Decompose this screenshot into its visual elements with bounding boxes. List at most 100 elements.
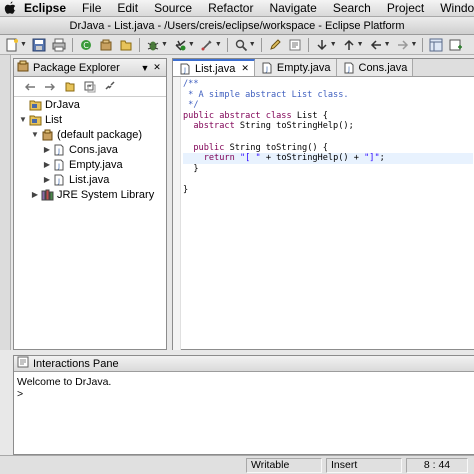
package-explorer-header[interactable]: Package Explorer ▼ ✕: [14, 59, 166, 77]
next-annotation-dropdown-icon[interactable]: ▼: [330, 41, 337, 48]
code-token: ;: [379, 153, 385, 164]
menu-eclipse[interactable]: Eclipse: [16, 0, 74, 16]
java-file-icon: J: [52, 174, 66, 186]
menu-source[interactable]: Source: [146, 0, 200, 16]
toolbar-separator: [260, 37, 262, 52]
package-explorer-toolbar: [14, 77, 166, 97]
debug-dropdown-icon[interactable]: ▼: [161, 41, 168, 48]
external-tools-dropdown-icon[interactable]: ▼: [215, 41, 222, 48]
code-line[interactable]: [183, 132, 473, 143]
interactions-header[interactable]: Interactions Pane: [14, 356, 474, 372]
code-line[interactable]: }: [183, 164, 473, 175]
tree-item[interactable]: ▶ JRE System Library: [14, 187, 166, 202]
svg-text:J: J: [265, 66, 268, 73]
tab-label: Empty.java: [276, 61, 331, 74]
tree-item[interactable]: ▼ (default package): [14, 127, 166, 142]
new-package-icon[interactable]: [98, 37, 114, 53]
annotation-icon[interactable]: [287, 37, 303, 53]
tree-item[interactable]: ▶ J Empty.java: [14, 157, 166, 172]
project-icon: [28, 99, 42, 111]
menu-window[interactable]: Window: [432, 0, 474, 16]
open-type-icon[interactable]: [118, 37, 134, 53]
save-icon[interactable]: [31, 37, 47, 53]
expand-right-icon[interactable]: ▶: [42, 145, 52, 154]
apple-icon[interactable]: [4, 1, 16, 16]
edit-icon[interactable]: [267, 37, 283, 53]
expand-down-icon[interactable]: ▼: [30, 130, 40, 139]
close-icon[interactable]: ✕: [241, 63, 249, 74]
tree-item[interactable]: ▶ J List.java: [14, 172, 166, 187]
toolbar-separator: [226, 37, 228, 52]
open-perspective-icon[interactable]: [448, 37, 464, 53]
insert-mode-status: Insert: [326, 458, 402, 473]
expand-right-icon[interactable]: ▶: [42, 160, 52, 169]
search-dropdown-icon[interactable]: ▼: [249, 41, 256, 48]
code-line[interactable]: abstract String toStringHelp();: [183, 121, 473, 132]
run-icon[interactable]: [172, 37, 188, 53]
interactions-title: Interactions Pane: [33, 357, 119, 370]
menu-file[interactable]: File: [74, 0, 109, 16]
tree-item[interactable]: ▶ J Cons.java: [14, 142, 166, 157]
forward-dropdown-icon[interactable]: ▼: [411, 41, 418, 48]
code-line[interactable]: }: [183, 185, 473, 196]
code-line[interactable]: */: [183, 100, 473, 111]
editor-tab[interactable]: J Cons.java: [336, 59, 414, 76]
menu-refactor[interactable]: Refactor: [200, 0, 261, 16]
previous-annotation-dropdown-icon[interactable]: ▼: [357, 41, 364, 48]
up-icon[interactable]: [62, 79, 78, 95]
back-icon[interactable]: [368, 37, 384, 53]
code-line[interactable]: return "[ " + toStringHelp() + "]";: [183, 153, 473, 164]
editor-tab[interactable]: J Empty.java: [254, 59, 337, 76]
code-line[interactable]: /**: [183, 79, 473, 90]
previous-annotation-icon[interactable]: [341, 37, 357, 53]
back-dropdown-icon[interactable]: ▼: [384, 41, 391, 48]
menu-search[interactable]: Search: [325, 0, 379, 16]
code-line[interactable]: * A simple abstract List class.: [183, 90, 473, 101]
new-dropdown-icon[interactable]: ▼: [20, 41, 27, 48]
tree-item[interactable]: DrJava: [14, 97, 166, 112]
code-line[interactable]: public abstract class List {: [183, 111, 473, 122]
next-annotation-icon[interactable]: [314, 37, 330, 53]
status-bar: Writable Insert 8 : 44: [0, 455, 474, 474]
run-dropdown-icon[interactable]: ▼: [188, 41, 195, 48]
console-prompt[interactable]: >: [17, 388, 471, 400]
print-icon[interactable]: [51, 37, 67, 53]
tree-item[interactable]: ▼ List: [14, 112, 166, 127]
editor-gutter: [173, 77, 181, 350]
perspective-bar: [0, 55, 11, 350]
new-class-icon[interactable]: C: [78, 37, 94, 53]
package-explorer-icon: [17, 60, 29, 75]
new-icon[interactable]: [4, 37, 20, 53]
code-line[interactable]: public String toString() {: [183, 143, 473, 154]
collapse-all-icon[interactable]: [82, 79, 98, 95]
back-icon[interactable]: [22, 79, 38, 95]
interactions-console[interactable]: Welcome to DrJava. >: [14, 372, 474, 404]
search-icon[interactable]: [233, 37, 249, 53]
debug-icon[interactable]: [145, 37, 161, 53]
code-area[interactable]: /** * A simple abstract List class. */pu…: [173, 77, 474, 350]
close-icon[interactable]: ✕: [151, 62, 163, 73]
welcome-message: Welcome to DrJava.: [17, 376, 112, 388]
code-token: */: [183, 100, 199, 111]
toolbar-separator: [307, 37, 309, 52]
code-line[interactable]: [183, 174, 473, 185]
editor-tab[interactable]: J List.java ✕: [173, 59, 255, 76]
expand-right-icon[interactable]: ▶: [42, 175, 52, 184]
expand-right-icon[interactable]: ▶: [30, 190, 40, 199]
forward-icon[interactable]: [42, 79, 58, 95]
link-with-editor-icon[interactable]: [102, 79, 118, 95]
view-menu-icon[interactable]: ▼: [139, 63, 151, 73]
code-token: List {: [291, 110, 328, 121]
menu-edit[interactable]: Edit: [109, 0, 146, 16]
external-tools-icon[interactable]: [199, 37, 215, 53]
forward-icon[interactable]: [395, 37, 411, 53]
code-token: public: [183, 142, 225, 153]
library-icon: [40, 189, 54, 201]
java-perspective-icon[interactable]: [428, 37, 444, 53]
expand-down-icon[interactable]: ▼: [18, 115, 28, 124]
editor-tabs: J List.java ✕ J Empty.java J Cons.java: [173, 59, 474, 77]
source-code[interactable]: /** * A simple abstract List class. */pu…: [183, 79, 473, 196]
menu-project[interactable]: Project: [379, 0, 432, 16]
svg-text:J: J: [57, 178, 60, 185]
menu-navigate[interactable]: Navigate: [261, 0, 324, 16]
